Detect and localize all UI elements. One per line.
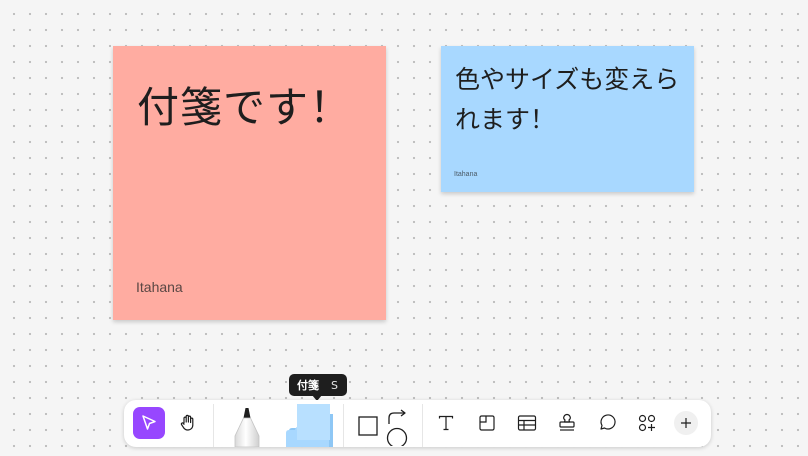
toolbar-divider xyxy=(422,404,423,447)
toolbar-divider xyxy=(343,404,344,447)
plus-icon xyxy=(681,418,691,428)
comment-tool-button[interactable] xyxy=(591,407,623,439)
bottom-toolbar xyxy=(124,400,711,447)
section-tool-button[interactable] xyxy=(471,407,503,439)
toolbar-divider xyxy=(213,404,214,447)
sticky-note-blue[interactable]: 色やサイズも変えられます！ Itahana xyxy=(441,46,694,192)
sticky-note-author: Itahana xyxy=(454,171,478,178)
table-icon xyxy=(517,415,537,431)
shapes-tool-button[interactable] xyxy=(354,408,412,446)
sticky-tool-tooltip: 付箋 S xyxy=(289,374,347,396)
sticky-note-author: Itahana xyxy=(136,279,183,295)
tooltip-label: 付箋 xyxy=(297,379,319,392)
sticky-note-text[interactable]: 色やサイズも変えられます！ xyxy=(455,60,685,140)
shapes-icon xyxy=(358,409,408,446)
marker-pen-icon xyxy=(234,408,260,447)
text-tool-button[interactable] xyxy=(430,407,462,439)
table-tool-button[interactable] xyxy=(511,407,543,439)
sticky-tool-button[interactable] xyxy=(283,400,335,447)
text-icon xyxy=(438,415,454,431)
hand-icon xyxy=(180,414,194,431)
hand-tool-button[interactable] xyxy=(172,407,204,439)
stamp-tool-button[interactable] xyxy=(551,407,583,439)
sticky-note-stack-icon xyxy=(286,404,333,447)
comment-bubble-icon xyxy=(600,414,616,430)
more-tools-button[interactable] xyxy=(674,411,698,435)
move-tool-button[interactable] xyxy=(133,407,165,439)
cursor-arrow-icon xyxy=(142,415,156,430)
tooltip-shortcut: S xyxy=(331,378,338,392)
section-icon xyxy=(479,415,495,431)
stamp-icon xyxy=(559,413,575,431)
sticky-note-text[interactable]: 付箋です！ xyxy=(137,74,352,135)
widgets-tool-button[interactable] xyxy=(631,407,663,439)
widgets-plus-icon xyxy=(638,414,656,432)
sticky-note-red[interactable]: 付箋です！ Itahana xyxy=(113,46,386,320)
marker-tool-button[interactable] xyxy=(228,406,266,447)
